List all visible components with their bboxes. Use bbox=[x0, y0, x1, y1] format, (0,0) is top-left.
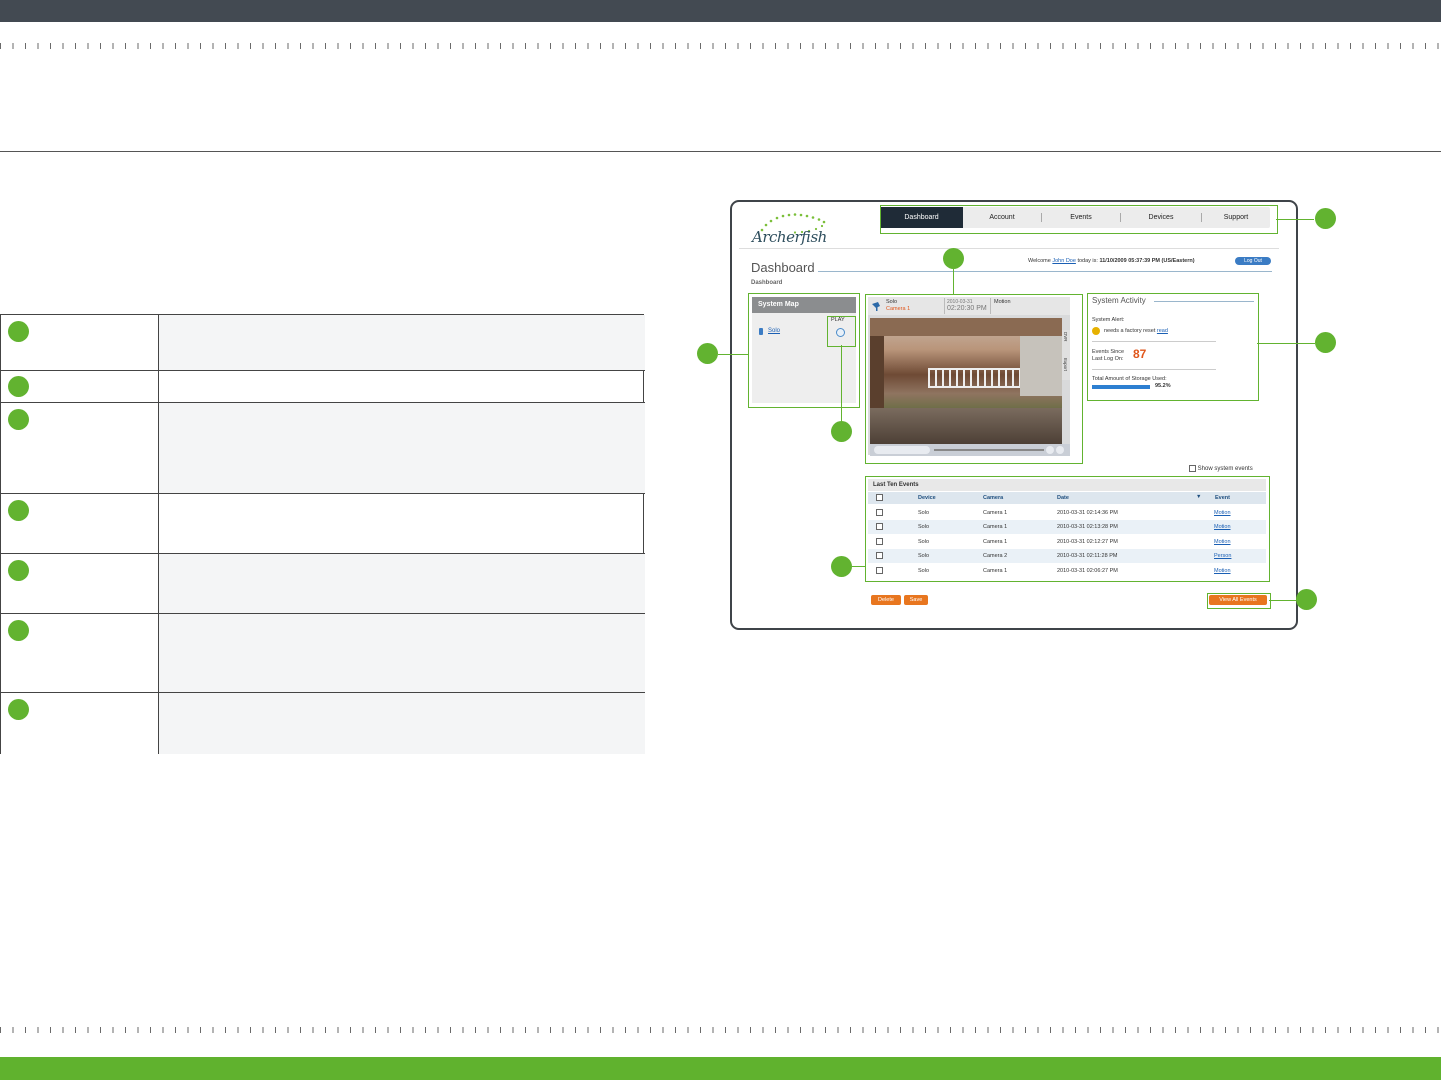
user-link[interactable]: John Doe bbox=[1052, 258, 1076, 264]
callout-dot-icon bbox=[831, 556, 852, 577]
callout-dot-icon bbox=[8, 321, 29, 342]
callout-dot-icon bbox=[8, 376, 29, 397]
legend-row bbox=[1, 613, 645, 693]
callout-box-video bbox=[865, 294, 1083, 464]
save-button[interactable]: Save bbox=[904, 595, 928, 605]
callout-box-events bbox=[865, 476, 1270, 582]
logout-button[interactable]: Log Out bbox=[1235, 257, 1271, 265]
tick-rule-top bbox=[0, 43, 1441, 49]
show-system-checkbox[interactable] bbox=[1189, 465, 1196, 472]
breadcrumb: Dashboard bbox=[751, 280, 783, 286]
tick-rule-bottom bbox=[0, 1027, 1441, 1033]
callout-leader bbox=[1269, 600, 1296, 601]
callout-dot-icon bbox=[1296, 589, 1317, 610]
callout-dot-icon bbox=[8, 699, 29, 720]
content-divider bbox=[739, 248, 1279, 249]
callout-dot-icon bbox=[1315, 208, 1336, 229]
callout-leader bbox=[1276, 219, 1314, 220]
legend-row bbox=[1, 315, 645, 370]
callout-leader bbox=[953, 268, 954, 294]
callout-leader bbox=[841, 345, 842, 422]
welcome-mid: today is: bbox=[1077, 258, 1098, 264]
callout-dot-icon bbox=[8, 500, 29, 521]
callout-dot-icon bbox=[697, 343, 718, 364]
bottom-bar bbox=[0, 1057, 1441, 1080]
welcome-prefix: Welcome bbox=[1028, 258, 1051, 264]
callout-box-system-map bbox=[748, 293, 860, 408]
legend-row bbox=[1, 553, 645, 614]
welcome-text: Welcome John Doe today is: 11/10/2009 05… bbox=[1028, 258, 1195, 264]
legend-row bbox=[1, 402, 645, 494]
legend-row bbox=[1, 370, 645, 403]
callout-box-view-all bbox=[1207, 593, 1271, 609]
callout-box-play bbox=[827, 316, 856, 347]
show-system-events[interactable]: Show system events bbox=[1189, 465, 1253, 472]
legend-table bbox=[0, 314, 645, 754]
current-datetime: 11/10/2009 05:37:39 PM (US/Eastern) bbox=[1099, 258, 1195, 264]
delete-button[interactable]: Delete bbox=[871, 595, 901, 605]
logo-text: Archerfish bbox=[752, 228, 827, 246]
callout-leader bbox=[1257, 343, 1315, 344]
page-title: Dashboard bbox=[751, 260, 815, 275]
callout-dot-icon bbox=[1315, 332, 1336, 353]
callout-dot-icon bbox=[943, 248, 964, 269]
callout-box-activity bbox=[1087, 293, 1259, 401]
title-underline bbox=[818, 271, 1272, 272]
legend-row bbox=[1, 692, 645, 754]
callout-dot-icon bbox=[8, 620, 29, 641]
callout-box-nav bbox=[880, 205, 1278, 234]
callout-dot-icon bbox=[8, 560, 29, 581]
legend-row bbox=[1, 493, 645, 554]
callout-leader bbox=[852, 566, 865, 567]
show-system-label: Show system events bbox=[1197, 466, 1253, 473]
callout-dot-icon bbox=[8, 409, 29, 430]
callout-dot-icon bbox=[831, 421, 852, 442]
callout-leader bbox=[718, 354, 748, 355]
top-bar bbox=[0, 0, 1441, 22]
divider-line bbox=[0, 151, 1441, 152]
